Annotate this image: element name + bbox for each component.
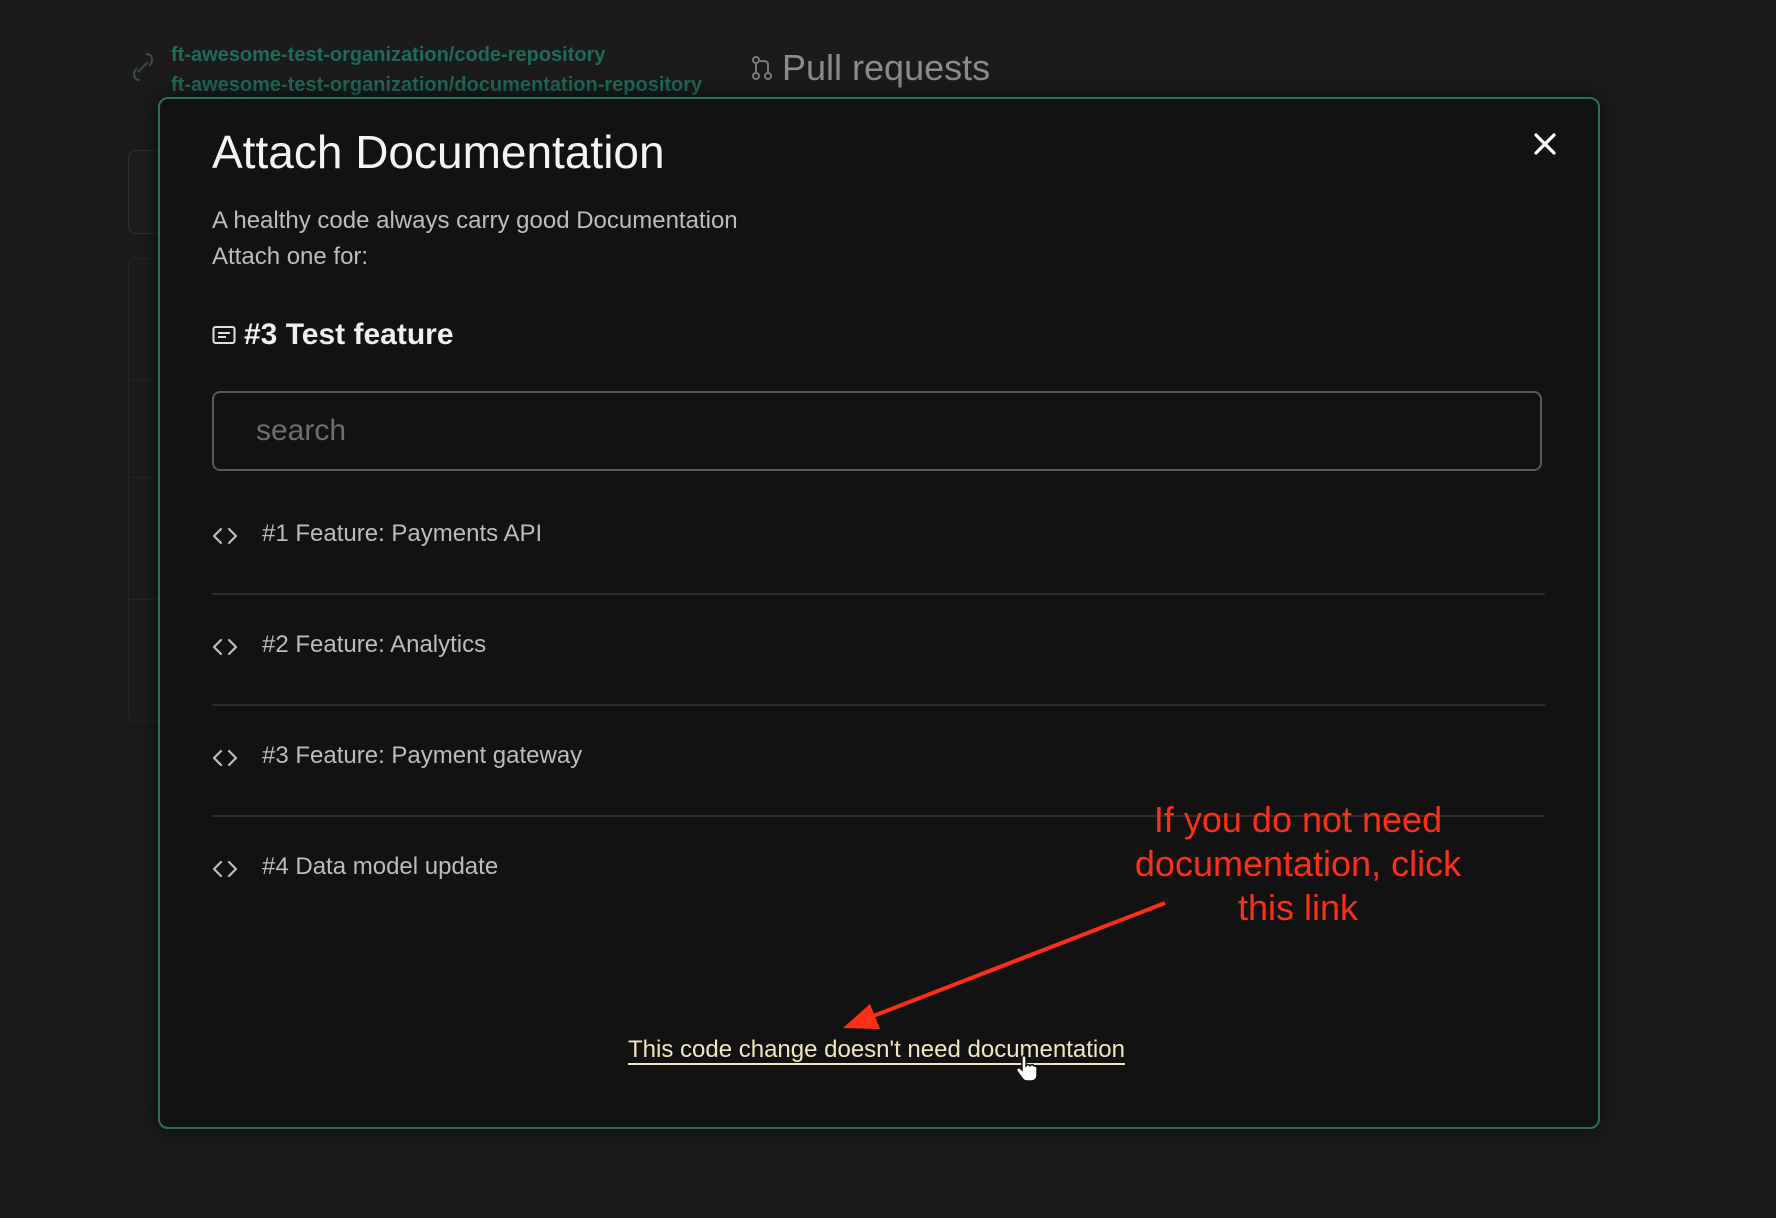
pull-requests-heading: Pull requests xyxy=(750,46,990,90)
list-item-label: #4 Data model update xyxy=(262,853,499,880)
link-icon xyxy=(132,53,154,81)
list-item[interactable]: #2 Feature: Analytics xyxy=(212,595,1545,706)
code-icon xyxy=(212,860,238,878)
repo-link-code[interactable]: ft-awesome-test-organization/code-reposi… xyxy=(171,44,606,67)
list-item[interactable]: #1 Feature: Payments API xyxy=(212,484,1545,595)
search-input[interactable] xyxy=(212,391,1542,471)
modal-subtitle: A healthy code always carry good Documen… xyxy=(212,203,738,275)
list-item-label: #2 Feature: Analytics xyxy=(262,631,487,658)
target-ticket-label: #3 Test feature xyxy=(244,318,454,351)
annotation-line: If you do not need xyxy=(1153,799,1443,840)
code-icon xyxy=(212,638,238,656)
page: ft-awesome-test-organization/code-reposi… xyxy=(0,0,1776,1218)
ticket-icon xyxy=(212,326,236,344)
target-ticket: #3 Test feature xyxy=(212,315,454,355)
attach-documentation-modal: Attach Documentation A healthy code alwa… xyxy=(158,97,1600,1129)
pull-requests-label: Pull requests xyxy=(782,47,991,88)
no-documentation-needed-link[interactable]: This code change doesn't need documentat… xyxy=(628,1036,1125,1064)
annotation-line: this link xyxy=(1237,887,1359,928)
annotation-line: documentation, click xyxy=(1134,843,1462,884)
subtitle-line: Attach one for: xyxy=(212,243,369,270)
close-icon[interactable] xyxy=(1530,129,1560,159)
modal-title: Attach Documentation xyxy=(212,126,665,178)
repo-link-documentation[interactable]: ft-awesome-test-organization/documentati… xyxy=(171,74,702,97)
pull-request-icon xyxy=(752,56,772,80)
annotation-text: If you do not need documentation, click … xyxy=(1098,798,1498,930)
background-header: ft-awesome-test-organization/code-reposi… xyxy=(130,40,1030,100)
list-item-label: #3 Feature: Payment gateway xyxy=(262,742,583,769)
hand-cursor-icon xyxy=(1016,1054,1038,1082)
code-icon xyxy=(212,527,238,545)
code-icon xyxy=(212,749,238,767)
list-item-label: #1 Feature: Payments API xyxy=(262,520,543,547)
subtitle-line: A healthy code always carry good Documen… xyxy=(212,207,738,234)
